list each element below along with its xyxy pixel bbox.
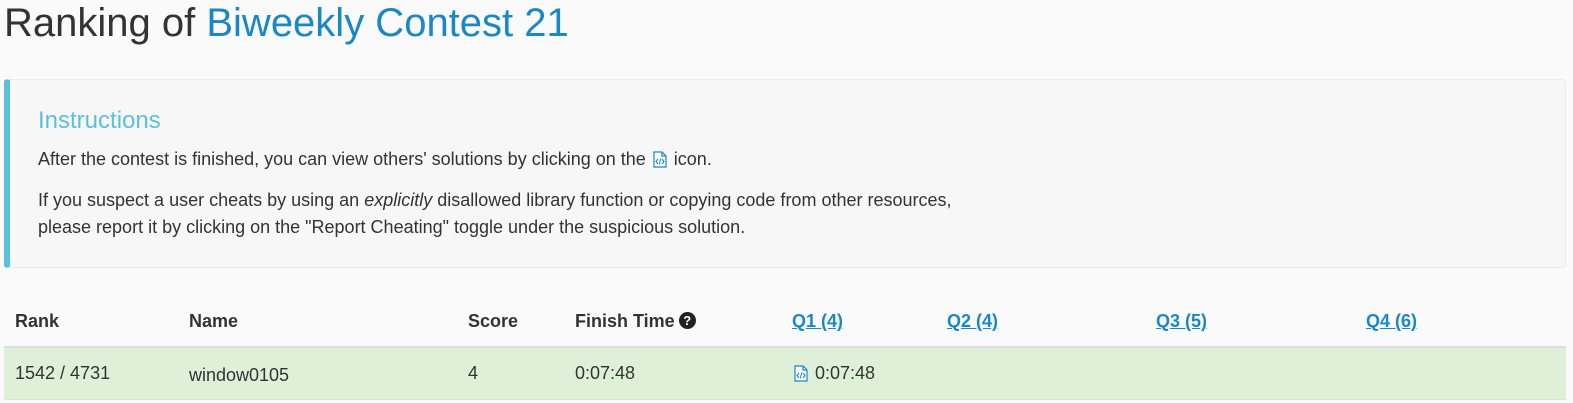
instructions-p2-emphasis: explicitly bbox=[364, 190, 433, 210]
instructions-report-cheating: If you suspect a user cheats by using an… bbox=[38, 187, 952, 241]
instructions-p1-suffix: icon. bbox=[673, 149, 712, 169]
column-header-rank: Rank bbox=[15, 311, 60, 331]
code-file-icon bbox=[653, 149, 667, 168]
name-cell[interactable]: window0105 bbox=[189, 364, 289, 386]
finish-time-cell: 0:07:48 bbox=[575, 363, 636, 383]
instructions-p2-line2: please report it by clicking on the "Rep… bbox=[38, 217, 746, 237]
instructions-panel: Instructions After the contest is finish… bbox=[4, 79, 1566, 268]
ranking-table: Rank Name Score Finish Time? Q1 (4) Q2 (… bbox=[4, 296, 1566, 400]
page-title-prefix: Ranking of bbox=[4, 1, 196, 45]
table-row: 1542 / 4731 window0105 4 0:07:48 0:07:48 bbox=[4, 348, 1566, 400]
column-header-q2-link[interactable]: Q2 (4) bbox=[947, 310, 998, 332]
q1-time: 0:07:48 bbox=[815, 363, 876, 383]
code-file-icon[interactable] bbox=[794, 365, 808, 382]
page-title: Ranking of Biweekly Contest 21 bbox=[4, 0, 569, 46]
rank-cell: 1542 / 4731 bbox=[15, 363, 111, 383]
instructions-p2-text: If you suspect a user cheats by using an bbox=[38, 190, 360, 210]
contest-link[interactable]: Biweekly Contest 21 bbox=[206, 1, 568, 45]
column-header-q3-link[interactable]: Q3 (5) bbox=[1156, 310, 1207, 332]
column-header-score: Score bbox=[468, 311, 519, 331]
column-header-finish-time: Finish Time? bbox=[575, 310, 696, 332]
instructions-view-solutions: After the contest is finished, you can v… bbox=[38, 146, 712, 173]
column-header-name: Name bbox=[189, 311, 239, 331]
score-cell: 4 bbox=[468, 363, 479, 383]
instructions-heading: Instructions bbox=[38, 107, 161, 134]
question-circle-icon[interactable]: ? bbox=[678, 312, 696, 329]
table-header: Rank Name Score Finish Time? Q1 (4) Q2 (… bbox=[4, 296, 1566, 348]
q1-cell: 0:07:48 bbox=[792, 362, 875, 384]
instructions-p2-rest: disallowed library function or copying c… bbox=[437, 190, 952, 210]
instructions-p1-text: After the contest is finished, you can v… bbox=[38, 149, 646, 169]
ranking-page: Ranking of Biweekly Contest 21 Instructi… bbox=[0, 0, 1573, 403]
column-header-q4-link[interactable]: Q4 (6) bbox=[1366, 310, 1417, 332]
column-header-finish-time-label: Finish Time bbox=[575, 311, 675, 331]
column-header-q1-link[interactable]: Q1 (4) bbox=[792, 310, 843, 332]
